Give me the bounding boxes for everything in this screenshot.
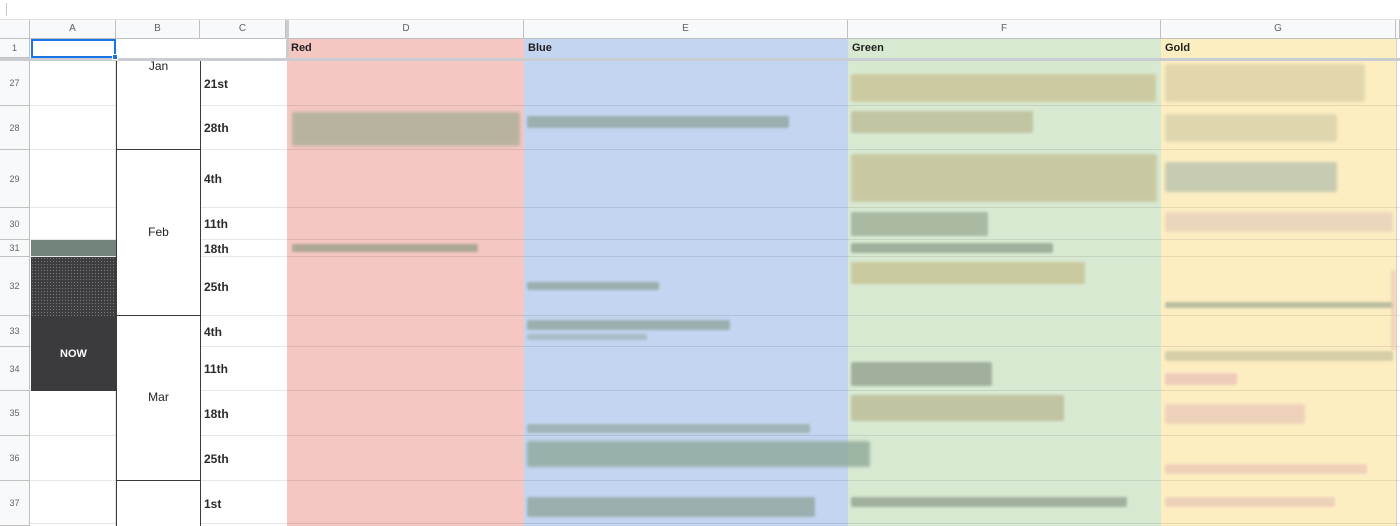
redacted-entry[interactable] (851, 111, 1033, 133)
row-header-37[interactable]: 37 (0, 481, 30, 526)
select-all-corner[interactable] (0, 20, 30, 39)
redacted-entry[interactable] (851, 243, 1053, 253)
header-cell-gold[interactable]: Gold (1161, 39, 1396, 58)
date-cell[interactable]: 1st (201, 481, 286, 526)
date-cell[interactable]: 4th (201, 150, 286, 208)
row-32-marker-cell[interactable] (31, 257, 116, 316)
row-header-33[interactable]: 33 (0, 316, 30, 347)
month-cell-mar[interactable]: Mar (116, 315, 201, 481)
redacted-entry[interactable] (1165, 464, 1367, 474)
column-header-a[interactable]: A (30, 20, 116, 39)
row-header-29[interactable]: 29 (0, 150, 30, 208)
redacted-entry[interactable] (1165, 404, 1305, 424)
redacted-entry[interactable] (292, 244, 478, 252)
redacted-entry (1391, 270, 1396, 350)
month-label-jan: Jan (148, 59, 169, 73)
month-label-mar: Mar (148, 390, 169, 404)
redacted-entry[interactable] (1165, 302, 1393, 308)
redacted-entry[interactable] (1165, 64, 1365, 102)
column-header-c[interactable]: C (200, 20, 286, 39)
row-31-marker-cell[interactable] (31, 240, 116, 256)
row-header-30[interactable]: 30 (0, 208, 30, 240)
redacted-entry[interactable] (527, 441, 870, 467)
redacted-entry[interactable] (527, 424, 810, 433)
header-cell-green[interactable]: Green (848, 39, 1161, 58)
header-cell-blue[interactable]: Blue (524, 39, 848, 58)
active-cell-selection[interactable] (31, 39, 118, 60)
date-cell[interactable]: 4th (201, 316, 286, 347)
column-header-h-partial[interactable] (1396, 20, 1400, 39)
redacted-entry[interactable] (851, 497, 1127, 507)
date-cell[interactable]: 11th (201, 347, 286, 391)
row-header-28[interactable]: 28 (0, 106, 30, 150)
redacted-entry[interactable] (1165, 114, 1337, 142)
now-marker[interactable]: NOW (31, 316, 116, 391)
date-cell[interactable]: 25th (201, 257, 286, 316)
gridline (1396, 39, 1397, 526)
redacted-entry[interactable] (1165, 497, 1335, 507)
redacted-entry[interactable] (527, 116, 789, 128)
redacted-entry[interactable] (851, 362, 992, 386)
redacted-entry[interactable] (527, 320, 730, 330)
formula-caret (6, 3, 7, 16)
redacted-entry[interactable] (851, 262, 1085, 284)
date-cell[interactable]: 21st (201, 61, 286, 106)
redacted-entry[interactable] (851, 395, 1064, 421)
fill-handle[interactable] (112, 54, 118, 60)
date-cell[interactable]: 18th (201, 240, 286, 257)
redacted-entry[interactable] (1165, 162, 1337, 192)
month-cell-jan[interactable]: Jan (116, 58, 201, 150)
redacted-entry[interactable] (851, 154, 1157, 202)
header-cell-red[interactable]: Red (287, 39, 524, 58)
date-cell[interactable]: 18th (201, 391, 286, 436)
redacted-entry[interactable] (851, 74, 1156, 102)
row-header-27[interactable]: 27 (0, 61, 30, 106)
date-cell[interactable]: 25th (201, 436, 286, 481)
row-header-34[interactable]: 34 (0, 347, 30, 391)
redacted-entry[interactable] (1165, 373, 1237, 385)
column-header-d[interactable]: D (289, 20, 524, 39)
row-header-36[interactable]: 36 (0, 436, 30, 481)
month-label-feb: Feb (148, 225, 169, 239)
column-header-f[interactable]: F (848, 20, 1161, 39)
redacted-entry[interactable] (527, 497, 815, 517)
frozen-row-divider[interactable] (0, 58, 1400, 61)
column-header-g[interactable]: G (1161, 20, 1396, 39)
row-header-1[interactable]: 1 (0, 39, 30, 58)
column-header-e[interactable]: E (524, 20, 848, 39)
redacted-entry[interactable] (1165, 351, 1393, 361)
month-cell-feb[interactable]: Feb (116, 149, 201, 316)
formula-bar[interactable] (0, 0, 1400, 20)
date-cell[interactable]: 28th (201, 106, 286, 150)
column-header-b[interactable]: B (116, 20, 200, 39)
row-header-31[interactable]: 31 (0, 240, 30, 257)
month-cell-next[interactable] (116, 480, 201, 526)
date-cell[interactable]: 11th (201, 208, 286, 240)
redacted-entry[interactable] (527, 282, 659, 290)
row-header-35[interactable]: 35 (0, 391, 30, 436)
redacted-entry[interactable] (292, 112, 520, 146)
gold-column[interactable] (1161, 39, 1396, 526)
row-header-32[interactable]: 32 (0, 257, 30, 316)
redacted-entry[interactable] (1165, 212, 1393, 232)
redacted-entry[interactable] (851, 212, 988, 236)
frozen-column-divider[interactable] (286, 20, 289, 58)
redacted-entry[interactable] (527, 334, 647, 340)
